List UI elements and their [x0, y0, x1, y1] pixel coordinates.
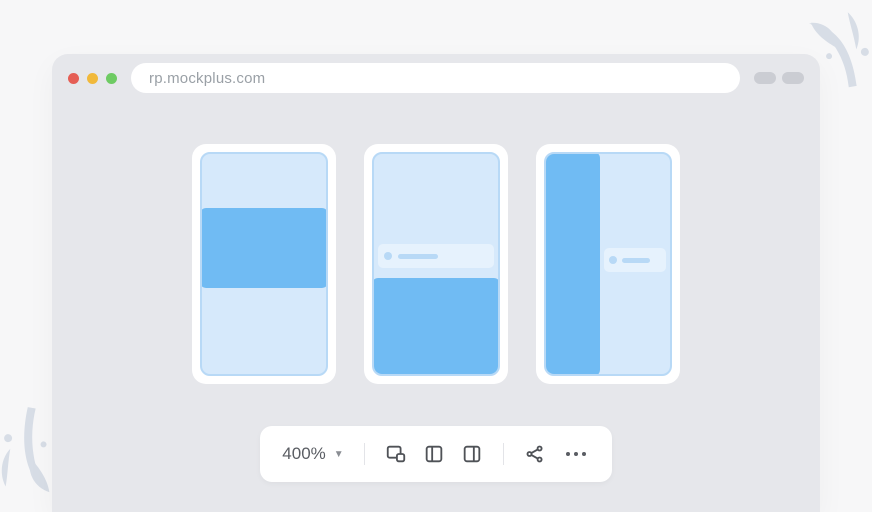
titlebar: rp.mockplus.com: [52, 54, 820, 102]
minimize-window-button[interactable]: [87, 73, 98, 84]
extension-pill[interactable]: [754, 72, 776, 84]
maximize-window-button[interactable]: [106, 73, 117, 84]
panel-left-button[interactable]: [423, 443, 445, 465]
floating-toolbar: 400% ▼: [260, 426, 611, 482]
canvas: 400% ▼: [52, 102, 820, 512]
artboard-row: [192, 144, 680, 384]
panel-left-icon: [423, 443, 445, 465]
traffic-lights: [68, 73, 117, 84]
separator: [364, 443, 365, 465]
list-item-placeholder: [604, 248, 666, 272]
share-button[interactable]: [524, 443, 546, 465]
zoom-dropdown[interactable]: 400% ▼: [282, 444, 343, 464]
chevron-down-icon: ▼: [334, 449, 344, 460]
extension-buttons: [754, 72, 804, 84]
close-window-button[interactable]: [68, 73, 79, 84]
artboard-card[interactable]: [192, 144, 336, 384]
content-block: [604, 278, 666, 370]
artboard-card[interactable]: [536, 144, 680, 384]
content-block: [604, 158, 666, 242]
panel-right-button[interactable]: [461, 443, 483, 465]
panel-center-overlay: [200, 208, 328, 288]
zoom-label: 400%: [282, 444, 325, 464]
url-text: rp.mockplus.com: [149, 70, 265, 87]
extension-pill[interactable]: [782, 72, 804, 84]
list-item-placeholder: [378, 244, 494, 268]
panel-right-icon: [461, 443, 483, 465]
share-icon: [524, 443, 546, 465]
separator: [503, 443, 504, 465]
panel-side-drawer: [544, 152, 600, 376]
artboard-screen: [372, 152, 500, 376]
panel-bottom-sheet: [372, 278, 500, 376]
artboard-card[interactable]: [364, 144, 508, 384]
more-menu-button[interactable]: [562, 448, 590, 460]
responsive-view-button[interactable]: [385, 443, 407, 465]
url-bar[interactable]: rp.mockplus.com: [131, 63, 740, 93]
devices-icon: [385, 443, 407, 465]
artboard-screen: [200, 152, 328, 376]
more-icon: [566, 452, 570, 456]
artboard-screen: [544, 152, 672, 376]
browser-window: rp.mockplus.com: [52, 54, 820, 512]
